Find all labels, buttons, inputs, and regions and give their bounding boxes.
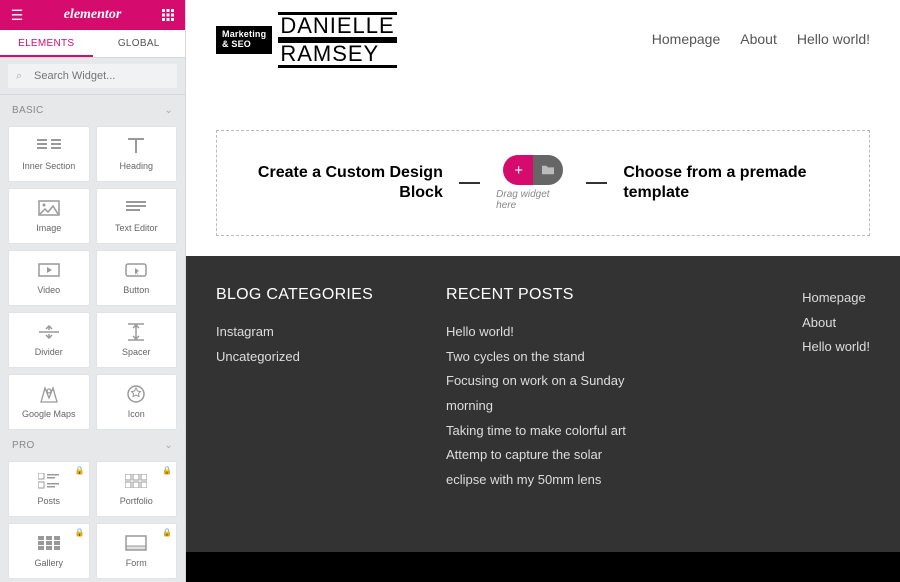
footer-link[interactable]: Hello world! — [802, 335, 870, 360]
widget-label: Divider — [35, 347, 63, 357]
widget-gallery[interactable]: Gallery 🔒 — [8, 523, 90, 579]
footer-link[interactable]: Uncategorized — [216, 345, 396, 370]
widget-label: Gallery — [34, 558, 63, 568]
portfolio-icon — [124, 472, 148, 490]
widget-heading[interactable]: Heading — [96, 126, 178, 182]
dz-connector — [586, 182, 607, 184]
footer-link[interactable]: Hello world! — [446, 320, 646, 345]
site-header: Marketing & SEO DANIELLE RAMSEY Homepage… — [186, 0, 900, 80]
dz-right-text: Choose from a premade template — [623, 163, 869, 203]
menu-icon[interactable]: ☰ — [10, 8, 24, 22]
widget-label: Video — [37, 285, 60, 295]
footer-link[interactable]: Attemp to capture the solar eclipse with… — [446, 443, 646, 492]
footer-categories: BLOG CATEGORIES InstagramUncategorized — [216, 286, 396, 562]
widget-label: Form — [126, 558, 147, 568]
chevron-down-icon: ⌄ — [164, 105, 173, 116]
text-editor-icon — [124, 199, 148, 217]
widget-icon[interactable]: Icon — [96, 374, 178, 430]
widget-posts[interactable]: Posts 🔒 — [8, 461, 90, 517]
footer-heading: RECENT POSTS — [446, 286, 646, 304]
footer-link[interactable]: Focusing on work on a Sunday morning — [446, 369, 646, 418]
lock-icon: 🔒 — [162, 466, 172, 475]
canvas: ‹ Marketing & SEO DANIELLE RAMSEY Homepa… — [186, 0, 900, 582]
widget-label: Inner Section — [22, 161, 75, 171]
drop-zone[interactable]: Create a Custom Design Block + Drag widg… — [216, 130, 870, 236]
google-maps-icon — [37, 385, 61, 403]
tab-elements[interactable]: ELEMENTS — [0, 30, 93, 57]
footer-heading: BLOG CATEGORIES — [216, 286, 396, 304]
widget-label: Spacer — [122, 347, 151, 357]
add-section-button[interactable]: + — [503, 155, 533, 185]
divider-icon — [37, 323, 61, 341]
widget-divider[interactable]: Divider — [8, 312, 90, 368]
dz-left-text: Create a Custom Design Block — [217, 163, 443, 203]
dz-hint: Drag widget here — [496, 189, 570, 211]
widget-label: Portfolio — [120, 496, 153, 506]
section-label: BASIC — [12, 105, 44, 116]
widgets-basic: Inner Section Heading Image Text Editor Vide… — [0, 126, 185, 430]
widget-form[interactable]: Form 🔒 — [96, 523, 178, 579]
nav-link[interactable]: Homepage — [652, 31, 721, 47]
inner-section-icon — [37, 137, 61, 155]
site-footer: BLOG CATEGORIES InstagramUncategorized R… — [186, 256, 900, 582]
widget-portfolio[interactable]: Portfolio 🔒 — [96, 461, 178, 517]
site-logo[interactable]: Marketing & SEO DANIELLE RAMSEY — [216, 12, 397, 68]
widget-label: Heading — [119, 161, 153, 171]
button-icon — [124, 261, 148, 279]
widget-label: Icon — [128, 409, 145, 419]
form-icon — [124, 534, 148, 552]
section-pro[interactable]: PRO ⌄ — [0, 430, 185, 461]
gallery-icon — [37, 534, 61, 552]
sidebar-tabs: ELEMENTS GLOBAL — [0, 30, 185, 58]
logo-name: DANIELLE RAMSEY — [278, 12, 396, 68]
widget-label: Posts — [37, 496, 60, 506]
footer-nav: HomepageAboutHello world! — [802, 286, 870, 562]
lock-icon: 🔒 — [75, 528, 85, 537]
widget-button[interactable]: Button — [96, 250, 178, 306]
elementor-sidebar: ☰ elementor ELEMENTS GLOBAL ⌕ BASIC ⌄ In… — [0, 0, 186, 582]
nav-link[interactable]: Hello world! — [797, 31, 870, 47]
search-icon: ⌕ — [16, 70, 22, 83]
nav-link[interactable]: About — [740, 31, 777, 47]
lock-icon: 🔒 — [75, 466, 85, 475]
widget-label: Google Maps — [22, 409, 76, 419]
footer-link[interactable]: Instagram — [216, 320, 396, 345]
image-icon — [37, 199, 61, 217]
site-nav: Homepage About Hello world! — [632, 31, 870, 49]
widget-text-editor[interactable]: Text Editor — [96, 188, 178, 244]
footer-link[interactable]: About — [802, 311, 870, 336]
search-row: ⌕ — [0, 58, 185, 95]
spacer-icon — [124, 323, 148, 341]
search-input[interactable] — [8, 64, 177, 88]
lock-icon: 🔒 — [162, 528, 172, 537]
dz-connector — [459, 182, 480, 184]
widget-label: Text Editor — [115, 223, 158, 233]
widget-google-maps[interactable]: Google Maps — [8, 374, 90, 430]
widget-spacer[interactable]: Spacer — [96, 312, 178, 368]
icon-icon — [124, 385, 148, 403]
sidebar-topbar: ☰ elementor — [0, 0, 185, 30]
template-library-button[interactable] — [533, 155, 563, 185]
video-icon — [37, 261, 61, 279]
section-basic[interactable]: BASIC ⌄ — [0, 95, 185, 126]
widget-image[interactable]: Image — [8, 188, 90, 244]
brand: elementor — [64, 7, 122, 23]
widget-label: Button — [123, 285, 149, 295]
widget-video[interactable]: Video — [8, 250, 90, 306]
footer-bottom-bar — [186, 552, 900, 582]
chevron-down-icon: ⌄ — [164, 440, 173, 451]
footer-link[interactable]: Homepage — [802, 286, 870, 311]
apps-icon[interactable] — [161, 8, 175, 22]
widget-inner-section[interactable]: Inner Section — [8, 126, 90, 182]
footer-link[interactable]: Two cycles on the stand — [446, 345, 646, 370]
tab-global[interactable]: GLOBAL — [93, 30, 186, 57]
section-label: PRO — [12, 440, 35, 451]
posts-icon — [37, 472, 61, 490]
logo-badge: Marketing & SEO — [216, 26, 272, 54]
widget-label: Image — [36, 223, 61, 233]
footer-link[interactable]: Taking time to make colorful art — [446, 419, 646, 444]
widgets-pro: Posts 🔒 Portfolio 🔒 Gallery 🔒 Form 🔒 — [0, 461, 185, 579]
heading-icon — [124, 137, 148, 155]
footer-recent-posts: RECENT POSTS Hello world!Two cycles on t… — [446, 286, 646, 562]
